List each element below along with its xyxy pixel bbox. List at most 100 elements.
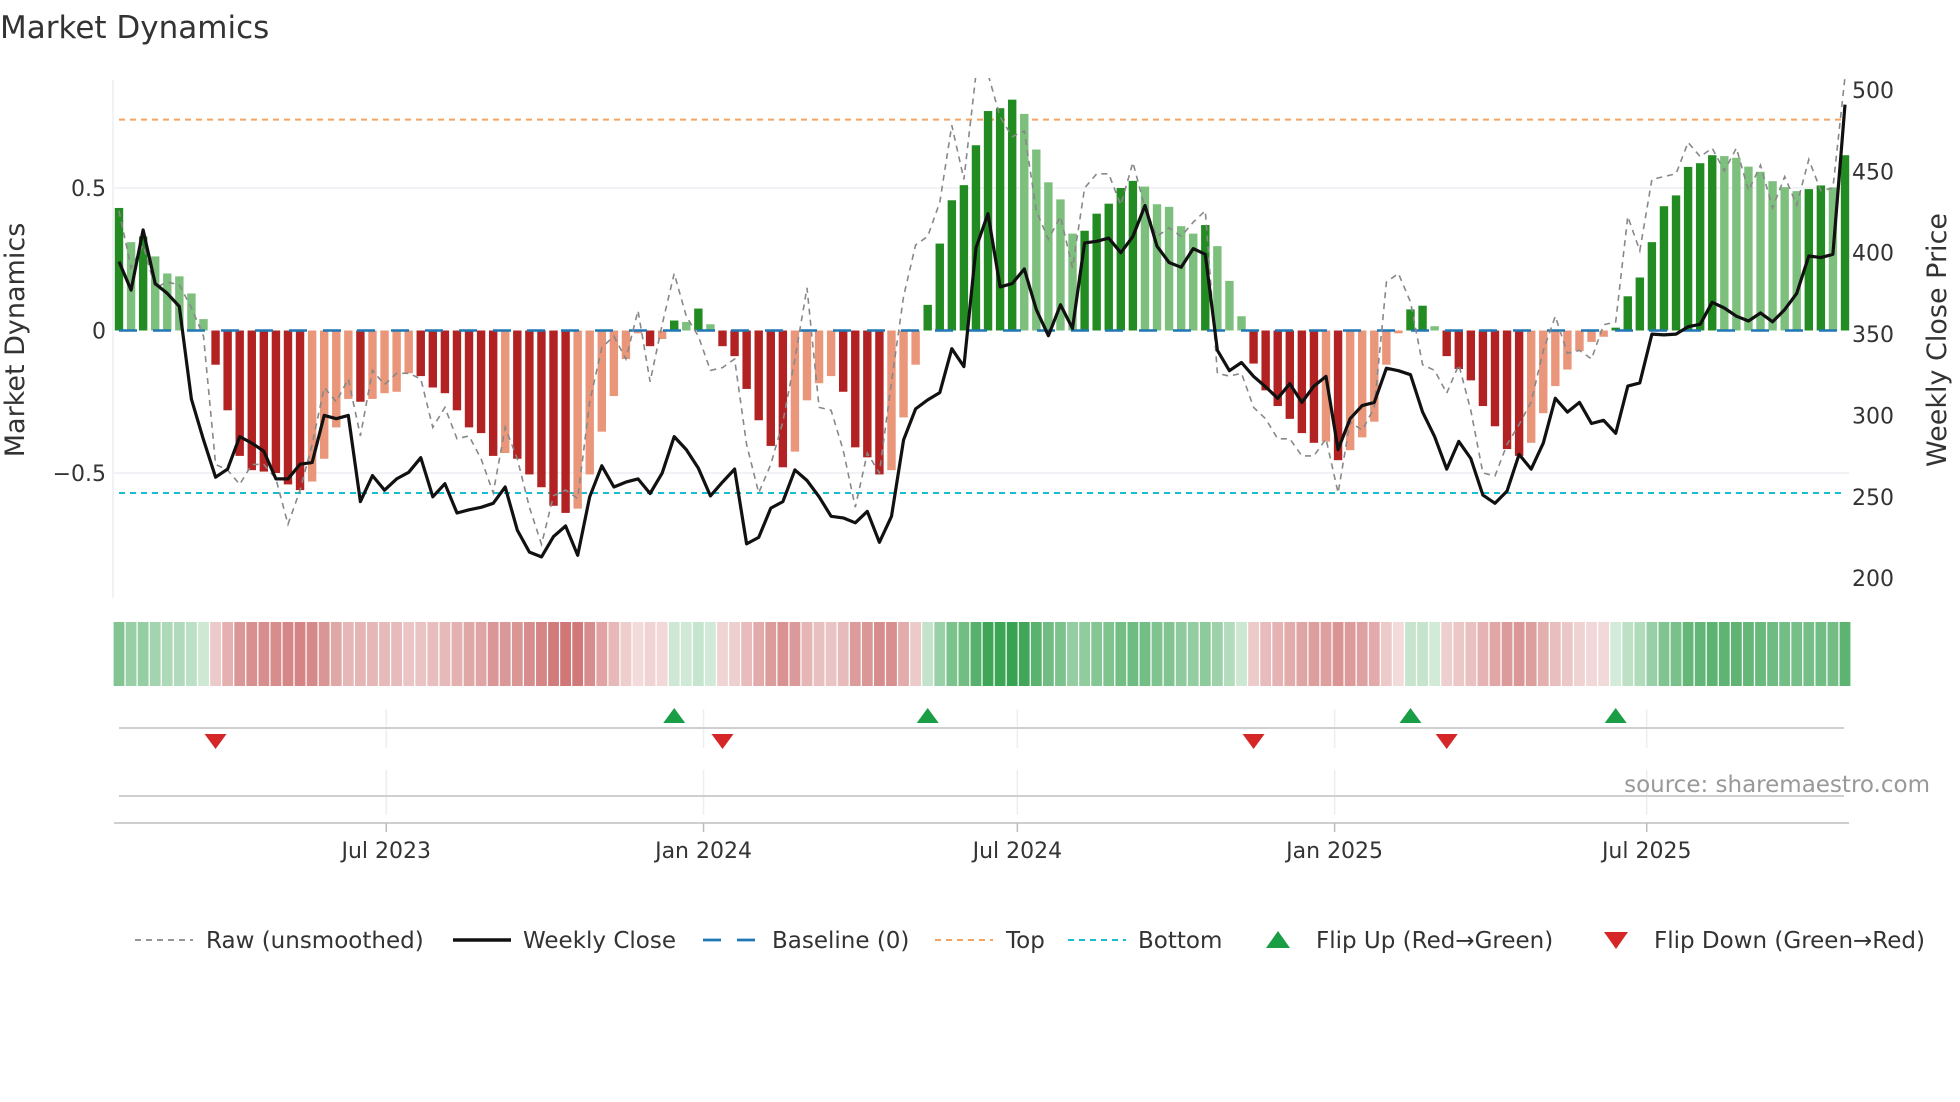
dynamics-bar — [1647, 242, 1657, 331]
dynamics-bar — [1756, 171, 1765, 331]
heat-cell — [475, 622, 487, 686]
heat-cell — [705, 622, 716, 686]
heat-cell — [789, 622, 801, 686]
heat-cell — [1694, 622, 1706, 686]
dynamics-bar — [694, 308, 703, 331]
heat-cell — [729, 622, 740, 686]
dynamics-bar — [935, 243, 944, 331]
heat-cell — [1670, 622, 1682, 686]
heat-cell — [849, 622, 861, 686]
dynamics-bar — [1635, 277, 1645, 331]
heat-cell — [1067, 622, 1078, 686]
heat-cell — [1682, 622, 1694, 686]
heat-cell — [1018, 622, 1030, 686]
dynamics-bars — [114, 99, 1850, 513]
heat-cell — [1501, 622, 1513, 686]
heat-cell — [1079, 622, 1090, 686]
heat-cell — [1489, 622, 1501, 686]
dynamics-bar — [911, 330, 920, 365]
dynamics-bar — [332, 330, 341, 428]
dynamics-bar — [839, 330, 848, 392]
dynamics-bar — [947, 200, 957, 331]
dynamics-bar — [1418, 305, 1427, 331]
heat-cell — [487, 622, 499, 686]
heat-cell — [656, 622, 668, 686]
flip-up-marker — [1399, 708, 1422, 723]
right-axis-ticks: 500 450 400 350 300 250 200 — [1852, 79, 1894, 592]
x-axis-ticks: Jul 2023 Jan 2024 Jul 2024 Jan 2025 Jul 2025 — [339, 823, 1691, 864]
dynamics-bar — [561, 330, 570, 513]
heat-cell — [861, 622, 873, 686]
dynamics-bar — [223, 330, 232, 411]
heat-cell — [318, 622, 330, 686]
heat-cell — [1175, 622, 1187, 686]
heat-cell — [1151, 622, 1163, 686]
dynamics-bar — [1345, 330, 1355, 451]
dynamics-bar — [1176, 226, 1186, 331]
heat-cell — [186, 622, 197, 686]
heat-cell — [1839, 622, 1851, 686]
heat-cell — [1562, 622, 1573, 686]
heat-cell — [499, 622, 511, 686]
dynamics-bar — [464, 330, 474, 428]
right-tick-label: 300 — [1852, 404, 1894, 429]
heat-cell — [1610, 622, 1622, 686]
dynamics-bar — [826, 330, 836, 377]
dynamics-bar — [718, 330, 727, 347]
flip-up-icon — [1266, 931, 1290, 948]
dynamics-bar — [1623, 296, 1632, 331]
dynamics-bar — [1152, 204, 1162, 331]
dynamics-bar — [597, 330, 606, 432]
dynamics-bar — [1744, 166, 1753, 331]
heat-cell — [161, 622, 173, 686]
heat-cell — [1634, 622, 1646, 686]
heat-cell — [1103, 622, 1115, 686]
dynamics-bar — [1394, 330, 1403, 334]
dynamics-bar — [549, 330, 558, 506]
dynamics-bar — [283, 330, 293, 485]
heat-cell — [415, 622, 427, 686]
dynamics-bar — [923, 304, 932, 331]
heat-cell — [113, 622, 125, 686]
source-label: source: sharemaestro.com — [1624, 772, 1930, 798]
heat-cell — [1549, 622, 1561, 686]
dynamics-bar — [1442, 330, 1451, 357]
heat-cell — [1465, 622, 1477, 686]
dynamics-bar — [452, 330, 462, 411]
heat-cell — [523, 622, 535, 686]
heat-cell — [536, 622, 547, 686]
heat-cell — [1091, 622, 1103, 686]
dynamics-bar — [778, 330, 788, 468]
heat-cell — [644, 622, 656, 686]
heat-cell — [994, 622, 1006, 686]
heat-cell — [367, 622, 378, 686]
heat-cell — [1393, 622, 1404, 686]
dynamics-bar — [537, 330, 546, 488]
dynamics-bar — [1490, 330, 1500, 427]
heat-cell — [1730, 622, 1742, 686]
flip-down-marker — [711, 734, 734, 749]
heat-cell — [970, 622, 982, 686]
dynamics-bar — [1683, 166, 1693, 331]
heat-cell — [1308, 622, 1320, 686]
dynamics-bar — [1454, 330, 1463, 369]
right-tick-label: 400 — [1852, 242, 1894, 267]
dynamics-bar — [1732, 157, 1741, 331]
heat-cell — [246, 622, 258, 686]
dynamics-bar — [428, 330, 438, 388]
dynamics-bar — [899, 330, 908, 418]
dynamics-bar — [1478, 330, 1488, 407]
dynamics-bar — [1237, 316, 1246, 331]
dynamics-bar — [995, 108, 1005, 331]
dynamics-bar — [682, 321, 691, 331]
dynamics-bar — [1249, 330, 1258, 364]
flip-up-marker — [663, 708, 686, 723]
heat-cell — [1296, 622, 1308, 686]
heat-cell — [1718, 622, 1730, 686]
heat-cell — [958, 622, 970, 686]
right-axis-title: Weekly Close Price — [1922, 213, 1953, 467]
dynamics-bar — [645, 330, 655, 347]
chart-title: Market Dynamics — [0, 10, 269, 46]
heat-cell — [258, 622, 270, 686]
dynamics-bar — [211, 330, 220, 365]
